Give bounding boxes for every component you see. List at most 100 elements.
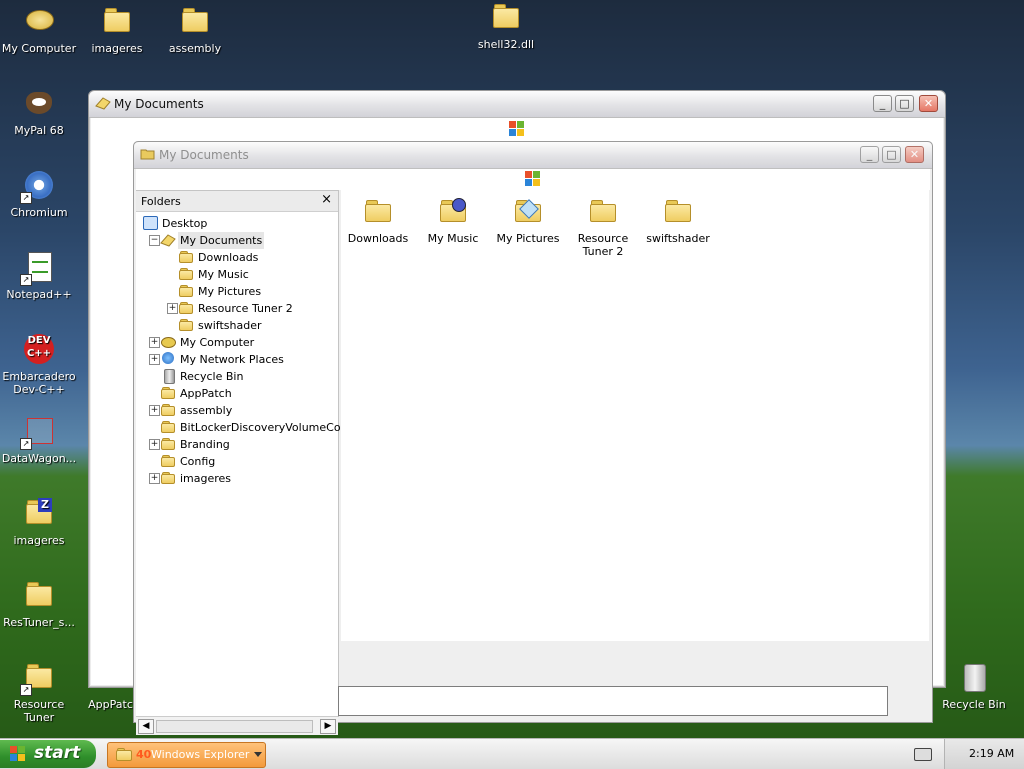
tree-item[interactable]: Downloads [136,249,338,266]
tree-item-label: swiftshader [198,319,262,332]
tree-item[interactable]: + Branding [136,436,338,453]
tree-item-label: Downloads [198,251,259,264]
start-button[interactable]: start [0,740,96,768]
desktop-icon[interactable]: assembly [156,6,234,55]
desktop-icon-label: Resource Tuner [13,698,65,724]
folders-pane-title: Folders [141,195,181,208]
folders-horizontal-scrollbar[interactable]: ◀ ▶ [136,716,338,735]
tree-item[interactable]: + assembly [136,402,338,419]
system-tray: 2:19 AM [944,739,1024,769]
folder-icon [160,454,176,468]
notepad-icon: ↗ [20,252,56,286]
desktop-icon[interactable]: ↗ Resource Tuner [0,662,78,724]
tree-item[interactable]: swiftshader [136,317,338,334]
tree-item[interactable]: Desktop [136,215,338,232]
tree-item[interactable]: BitLockerDiscoveryVolumeContents [136,419,376,436]
file-item[interactable]: Resource Tuner 2 [566,198,640,258]
desktop-icon[interactable]: ↗ Notepad++ [0,252,78,301]
folders-pane-header: Folders × [136,191,338,212]
tree-item-label: My Music [198,268,249,281]
files-view-bottom [341,641,929,686]
start-label: start [34,743,81,763]
inner-close-button[interactable]: ✕ [905,146,924,163]
folder-icon [22,580,56,612]
file-item-label: My Pictures [496,232,560,245]
inner-title-bar[interactable]: My Documents _ □ ✕ [134,142,932,169]
desktop-icon[interactable]: ↗ DataWagon... [0,416,78,465]
tree-item-label: Recycle Bin [180,370,244,383]
expand-icon[interactable]: + [149,354,160,365]
tree-item[interactable]: My Pictures [136,283,338,300]
desktop-icon[interactable]: My Computer [0,6,78,55]
tree-item[interactable]: + My Computer [136,334,338,351]
task-label: Windows Explorer [151,748,250,761]
tree-item[interactable]: + Resource Tuner 2 [136,300,338,317]
outer-minimize-button[interactable]: _ [873,95,892,112]
tree-item[interactable]: My Music [136,266,338,283]
expand-icon[interactable]: + [149,337,160,348]
desktop-icon[interactable]: imageres [78,6,156,55]
music-folder-icon [178,267,194,281]
tree-item[interactable]: + My Network Places [136,351,338,368]
tree-item[interactable]: AppPatch [136,385,338,402]
desktop-icon-label: Chromium [10,206,68,219]
scroll-left-icon[interactable]: ◀ [138,719,154,734]
file-item[interactable]: My Music [416,198,490,245]
scroll-right-icon[interactable]: ▶ [320,719,336,734]
desktop-icon[interactable]: ↗ Chromium [0,170,78,219]
minimize-icon: _ [866,148,873,161]
inner-maximize-button[interactable]: □ [882,146,901,163]
desktop-icon-label: DataWagon... [1,452,77,465]
close-icon: ✕ [909,148,920,161]
folders-pane: Folders × Desktop − My Documents Downloads M… [136,190,376,717]
folder-icon [363,198,393,226]
desktop-icon[interactable]: DEV C++ Embarcadero Dev-C++ [0,334,78,396]
file-item[interactable]: Downloads [341,198,415,245]
folder-icon [588,198,618,226]
expand-icon[interactable]: + [167,303,178,314]
maximize-icon: □ [899,97,910,110]
computer-icon [22,6,56,38]
tree-item-label: AppPatch [180,387,232,400]
keyboard-icon[interactable] [914,748,932,761]
outer-maximize-button[interactable]: □ [895,95,914,112]
desktop-icon[interactable]: shell32.dll [467,2,545,51]
outer-title-bar[interactable]: My Documents _ □ ✕ [89,91,945,118]
clock[interactable]: 2:19 AM [969,747,1014,760]
devcpp-icon: DEV C++ [22,334,56,366]
tree-item-label: assembly [180,404,233,417]
scrollbar-thumb[interactable] [156,720,313,733]
my-documents-icon [95,97,111,110]
expand-icon[interactable]: + [149,405,160,416]
folder-icon [116,748,132,761]
collapse-icon[interactable]: − [149,235,160,246]
desktop-icon[interactable]: MyPal 68 [0,88,78,137]
taskbar-windows-explorer-group[interactable]: 40 Windows Explorer [107,742,266,768]
tree-item[interactable]: + imageres [136,470,338,487]
desktop-icon [142,216,158,230]
folder-icon [489,2,523,34]
file-item[interactable]: swiftshader [641,198,715,245]
maximize-icon: □ [886,148,897,161]
desktop-icon[interactable]: Recycle Bin [935,662,1013,711]
tree-item-label: Config [180,455,216,468]
outer-close-button[interactable]: ✕ [919,95,938,112]
desktop-icon-label: shell32.dll [477,38,535,51]
tree-item[interactable]: Config [136,453,338,470]
zip-folder-icon: Z [22,498,56,530]
file-item[interactable]: My Pictures [491,198,565,245]
close-folders-pane-icon[interactable]: × [321,192,332,207]
desktop-icon[interactable]: ResTuner_s... [0,580,78,629]
inner-minimize-button[interactable]: _ [860,146,879,163]
tree-item[interactable]: − My Documents [136,232,338,249]
tree-item-label: Branding [180,438,230,451]
desktop-icon-label: assembly [168,42,222,55]
expand-icon[interactable]: + [149,439,160,450]
desktop-icon-label: imageres [91,42,143,55]
desktop-icon[interactable]: Zimageres [0,498,78,547]
tree-item[interactable]: Recycle Bin [136,368,338,385]
pictures-folder-icon [513,198,543,226]
files-view: Downloads My Music My Pictures Resource Tun… [341,190,929,641]
expand-icon[interactable]: + [149,473,160,484]
folder-icon [178,318,194,332]
